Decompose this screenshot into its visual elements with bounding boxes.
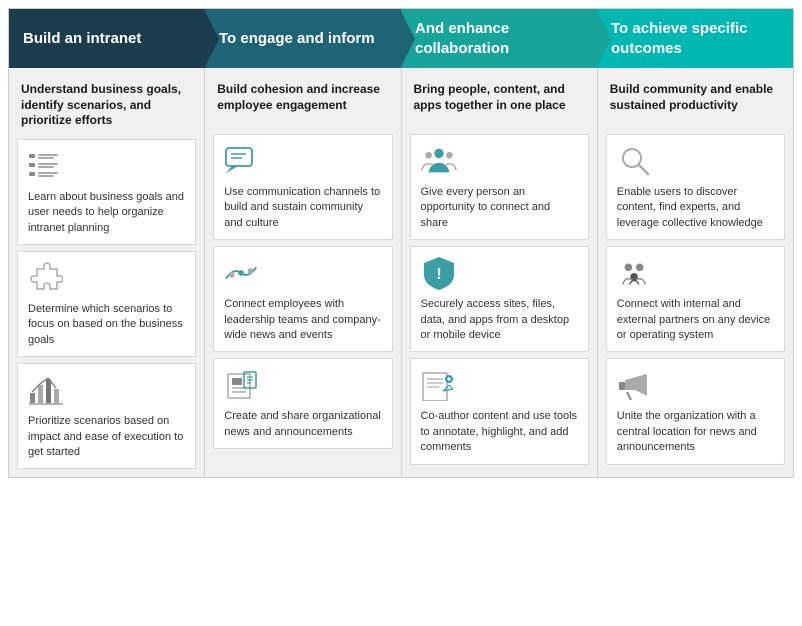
coauthor-icon <box>421 367 457 403</box>
list-icon <box>28 148 64 184</box>
card-2b-text: Connect employees with leadership teams … <box>224 297 381 343</box>
handshake-icon <box>224 255 260 291</box>
people-icon <box>421 143 457 179</box>
card-4b: Connect with internal and external partn… <box>606 246 785 352</box>
card-4b-text: Connect with internal and external partn… <box>617 297 774 343</box>
devices-icon <box>617 255 653 291</box>
chart-icon <box>28 372 64 408</box>
card-4a: Enable users to discover content, find e… <box>606 134 785 240</box>
card-2a-text: Use communication channels to build and … <box>224 185 381 231</box>
section-title-1: Understand business goals, identify scen… <box>17 76 196 133</box>
content-col-4: Build community and enable sustained pro… <box>598 68 793 477</box>
section-title-3: Bring people, content, and apps together… <box>410 76 589 128</box>
card-1a: Learn about business goals and user need… <box>17 139 196 245</box>
card-2c: Create and share organizational news and… <box>213 358 392 449</box>
card-3a: Give every person an opportunity to conn… <box>410 134 589 240</box>
search-icon <box>617 143 653 179</box>
card-2c-text: Create and share organizational news and… <box>224 409 381 440</box>
card-4c-text: Unite the organization with a central lo… <box>617 409 774 455</box>
content-row: Understand business goals, identify scen… <box>9 68 793 477</box>
news-icon <box>224 367 260 403</box>
card-1b: Determine which scenarios to focus on ba… <box>17 251 196 357</box>
shield-icon: ! <box>421 255 457 291</box>
chat-icon <box>224 143 260 179</box>
card-1a-text: Learn about business goals and user need… <box>28 190 185 236</box>
card-4a-text: Enable users to discover content, find e… <box>617 185 774 231</box>
section-title-2: Build cohesion and increase employee eng… <box>213 76 392 128</box>
content-col-3: Bring people, content, and apps together… <box>402 68 598 477</box>
section-title-4: Build community and enable sustained pro… <box>606 76 785 128</box>
card-3c: Co-author content and use tools to annot… <box>410 358 589 464</box>
header-col-2: To engage and inform <box>205 9 401 68</box>
card-1c-text: Prioritize scenarios based on impact and… <box>28 414 185 460</box>
card-1c: Prioritize scenarios based on impact and… <box>17 363 196 469</box>
card-4c: Unite the organization with a central lo… <box>606 358 785 464</box>
header-col-3: And enhance collaboration <box>401 9 597 68</box>
card-3b-text: Securely access sites, files, data, and … <box>421 297 578 343</box>
card-2b: Connect employees with leadership teams … <box>213 246 392 352</box>
puzzle-icon <box>28 260 64 296</box>
header-label-3: And enhance collaboration <box>415 19 583 58</box>
header-row: Build an intranet To engage and inform A… <box>9 9 793 68</box>
header-label-1: Build an intranet <box>23 29 141 49</box>
card-1b-text: Determine which scenarios to focus on ba… <box>28 302 185 348</box>
header-col-4: To achieve specific outcomes <box>597 9 793 68</box>
content-col-2: Build cohesion and increase employee eng… <box>205 68 401 477</box>
header-label-2: To engage and inform <box>219 29 375 49</box>
content-col-1: Understand business goals, identify scen… <box>9 68 205 477</box>
card-2a: Use communication channels to build and … <box>213 134 392 240</box>
header-col-1: Build an intranet <box>9 9 205 68</box>
card-3c-text: Co-author content and use tools to annot… <box>421 409 578 455</box>
card-3b: ! Securely access sites, files, data, an… <box>410 246 589 352</box>
main-container: Build an intranet To engage and inform A… <box>8 8 794 478</box>
announce-icon <box>617 367 653 403</box>
header-label-4: To achieve specific outcomes <box>611 19 779 58</box>
card-3a-text: Give every person an opportunity to conn… <box>421 185 578 231</box>
svg-text:!: ! <box>436 266 441 283</box>
